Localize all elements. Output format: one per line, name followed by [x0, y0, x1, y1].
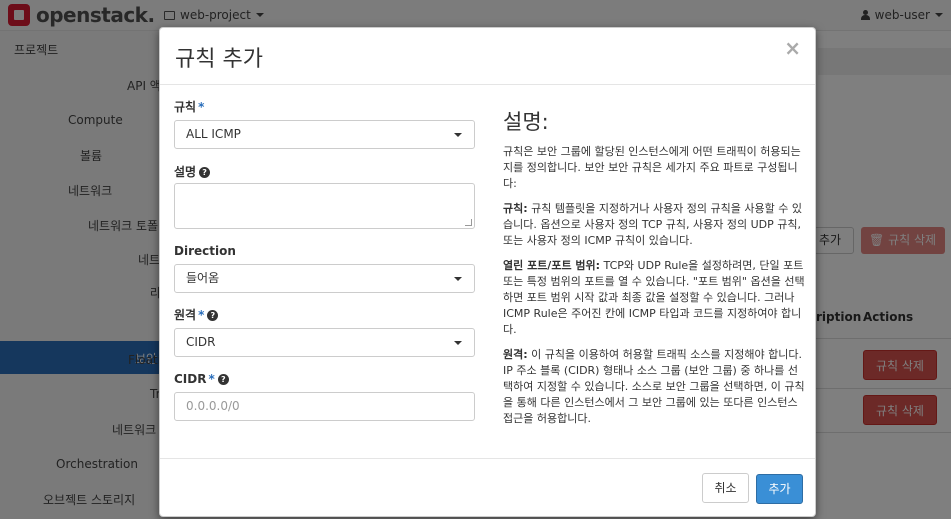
cidr-label-text: CIDR — [174, 372, 207, 386]
help-port-paragraph: 열린 포트/포트 범위: TCP와 UDP Rule을 설정하려면, 단일 포트… — [503, 258, 805, 338]
help-remote-heading: 원격: — [503, 348, 528, 361]
help-remote-paragraph: 원격: 이 규칙을 이용하여 허용할 트래픽 소스를 지정해야 합니다. IP … — [503, 347, 805, 427]
modal-title: 규칙 추가 — [175, 47, 263, 72]
help-rule-body: 규칙 템플릿을 지정하거나 사용자 정의 규칙을 사용할 수 있습니다. 옵션으… — [503, 202, 802, 247]
cidr-input[interactable]: 0.0.0.0/0 — [174, 392, 475, 421]
question-circle-icon[interactable]: ? — [199, 167, 211, 178]
help-intro: 규칙은 보안 그룹에 할당된 인스턴스에게 어떤 트래픽이 허용되는지를 정의합… — [503, 145, 801, 190]
question-circle-icon[interactable]: ? — [217, 374, 229, 385]
direction-select[interactable]: 들어옴 — [174, 264, 475, 293]
description-label: 설명? — [174, 163, 211, 180]
remote-label-text: 원격 — [174, 308, 197, 322]
rule-label: 규칙 * — [174, 98, 204, 115]
add-rule-modal: 규칙 추가 × 규칙 * ALL ICMP 설명? Direction 들어옴 원… — [159, 27, 816, 517]
chevron-down-icon — [454, 133, 462, 137]
close-icon[interactable]: × — [784, 36, 801, 60]
cancel-button[interactable]: 취소 — [702, 473, 749, 503]
question-circle-icon[interactable]: ? — [207, 310, 219, 321]
required-asterisk-icon: * — [198, 100, 205, 114]
required-asterisk-icon: * — [198, 308, 205, 322]
help-port-heading: 열린 포트/포트 범위: — [503, 259, 601, 272]
help-rule-paragraph: 규칙: 규칙 템플릿을 지정하거나 사용자 정의 규칙을 사용할 수 있습니다.… — [503, 201, 805, 249]
description-textarea[interactable] — [174, 183, 475, 229]
cidr-label: CIDR *? — [174, 372, 229, 386]
direction-label: Direction — [174, 244, 236, 258]
remote-label: 원격 *? — [174, 306, 219, 323]
description-label-text: 설명 — [174, 165, 197, 179]
chevron-down-icon — [454, 341, 462, 345]
modal-footer: 취소 추가 — [160, 458, 815, 516]
required-asterisk-icon: * — [208, 372, 215, 386]
modal-header: 규칙 추가 × — [160, 28, 815, 85]
remote-select-value: CIDR — [186, 335, 216, 349]
chevron-down-icon — [454, 277, 462, 281]
help-rule-heading: 규칙: — [503, 202, 528, 215]
remote-select[interactable]: CIDR — [174, 328, 475, 357]
submit-add-button[interactable]: 추가 — [756, 474, 803, 504]
rule-label-text: 규칙 — [174, 100, 197, 114]
rule-select[interactable]: ALL ICMP — [174, 120, 475, 149]
help-panel: 설명: 규칙은 보안 그룹에 할당된 인스턴스에게 어떤 트래픽이 허용되는지를… — [503, 108, 805, 436]
direction-select-value: 들어옴 — [186, 271, 220, 285]
help-title: 설명: — [503, 110, 549, 134]
help-remote-body: 이 규칙을 이용하여 허용할 트래픽 소스를 지정해야 합니다. IP 주소 블… — [503, 348, 805, 425]
rule-select-value: ALL ICMP — [186, 127, 241, 141]
